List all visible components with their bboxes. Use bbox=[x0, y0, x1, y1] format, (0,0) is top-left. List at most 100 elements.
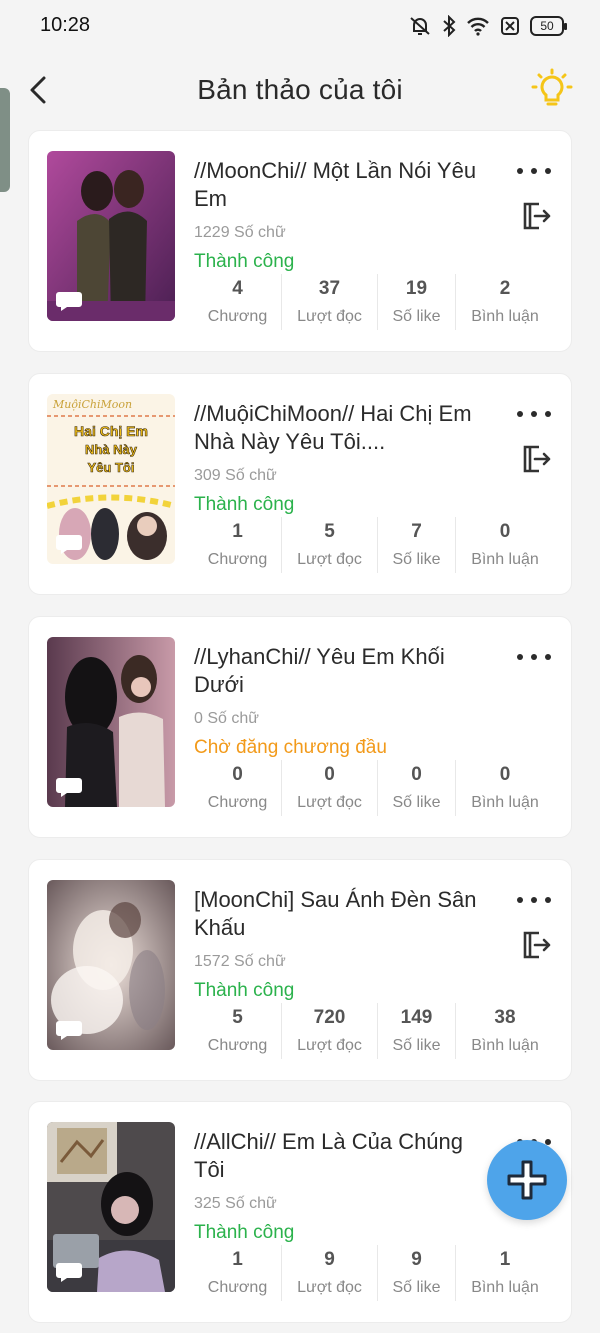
story-card[interactable]: MuộiChiMoon Hai Chị Em Nhà Này Yêu Tôi /… bbox=[28, 373, 572, 595]
story-cover bbox=[47, 151, 175, 321]
stat-value: 720 bbox=[313, 1007, 346, 1028]
stat-label: Chương bbox=[207, 1279, 268, 1296]
stat-value: 37 bbox=[318, 278, 341, 299]
lightbulb-icon bbox=[531, 68, 573, 106]
wifi-icon bbox=[467, 17, 489, 36]
story-stats: 4 Chương 37 Lượt đọc 19 Số like 2 Bình luận bbox=[194, 274, 554, 330]
stat-label: Chương bbox=[207, 551, 268, 568]
stat-label: Lượt đọc bbox=[297, 1279, 362, 1296]
stat-label: Bình luận bbox=[471, 794, 539, 811]
stat-comments: 0 Bình luận bbox=[456, 517, 554, 573]
stat-label: Số like bbox=[392, 794, 441, 811]
story-cover bbox=[47, 1122, 175, 1292]
stat-reads: 37 Lượt đọc bbox=[282, 274, 378, 330]
word-count: 1572 Số chữ bbox=[194, 953, 286, 970]
word-count: 309 Số chữ bbox=[194, 467, 277, 484]
story-title[interactable]: [MoonChi] Sau Ánh Đèn Sân Khấu bbox=[194, 886, 494, 942]
stat-reads: 0 Lượt đọc bbox=[282, 760, 378, 816]
story-stats: 5 Chương 720 Lượt đọc 149 Số like 38 Bình lu… bbox=[194, 1003, 554, 1059]
comment-bubble-icon bbox=[56, 535, 82, 554]
stat-value: 1 bbox=[232, 1249, 243, 1270]
comment-bubble-icon bbox=[56, 1263, 82, 1282]
story-title[interactable]: //MuộiChiMoon// Hai Chị Em Nhà Này Yêu T… bbox=[194, 400, 494, 456]
status-bar: 10:28 50 bbox=[0, 0, 600, 52]
stat-value: 19 bbox=[405, 278, 428, 299]
stat-likes: 9 Số like bbox=[378, 1245, 456, 1301]
stat-value: 9 bbox=[411, 1249, 422, 1270]
stat-likes: 0 Số like bbox=[378, 760, 456, 816]
story-cover bbox=[47, 880, 175, 1050]
mute-bell-icon bbox=[410, 17, 430, 35]
story-cover: MuộiChiMoon Hai Chị Em Nhà Này Yêu Tôi bbox=[47, 394, 175, 564]
stat-label: Lượt đọc bbox=[297, 794, 362, 811]
stat-reads: 720 Lượt đọc bbox=[282, 1003, 378, 1059]
stat-value: 0 bbox=[324, 764, 335, 785]
stat-value: 4 bbox=[232, 278, 243, 299]
comment-bubble-icon bbox=[56, 1021, 82, 1040]
stat-value: 7 bbox=[411, 521, 422, 542]
story-list: //MoonChi// Một Lần Nói Yêu Em 1229 Số c… bbox=[28, 130, 572, 1333]
plus-icon bbox=[507, 1160, 547, 1200]
story-card[interactable]: //AllChi// Em Là Của Chúng Tôi 325 Số ch… bbox=[28, 1101, 572, 1323]
comment-bubble-icon bbox=[56, 292, 82, 311]
more-options-button[interactable] bbox=[517, 647, 551, 667]
stat-value: 0 bbox=[232, 764, 243, 785]
stat-comments: 0 Bình luận bbox=[456, 760, 554, 816]
stat-chapters: 1 Chương bbox=[194, 1245, 282, 1301]
export-icon[interactable] bbox=[519, 199, 553, 233]
stat-comments: 2 Bình luận bbox=[456, 274, 554, 330]
publish-status: Thành công bbox=[194, 1222, 295, 1243]
more-options-button[interactable] bbox=[517, 161, 551, 181]
status-time: 10:28 bbox=[40, 14, 91, 36]
stat-likes: 19 Số like bbox=[378, 274, 456, 330]
stat-label: Lượt đọc bbox=[297, 1037, 362, 1054]
word-count: 325 Số chữ bbox=[194, 1195, 277, 1212]
stat-value: 0 bbox=[499, 521, 511, 542]
stat-label: Số like bbox=[392, 308, 441, 325]
stat-value: 2 bbox=[499, 278, 511, 299]
stat-comments: 1 Bình luận bbox=[456, 1245, 554, 1301]
word-count: 1229 Số chữ bbox=[194, 224, 286, 241]
story-card[interactable]: //MoonChi// Một Lần Nói Yêu Em 1229 Số c… bbox=[28, 130, 572, 352]
tips-button[interactable] bbox=[530, 68, 574, 112]
cover-text-line3: Yêu Tôi bbox=[88, 460, 135, 475]
stat-value: 5 bbox=[232, 1007, 243, 1028]
app-header: Bản thảo của tôi bbox=[0, 52, 600, 128]
export-icon[interactable] bbox=[519, 442, 553, 476]
cover-text-line2: Nhà Này bbox=[85, 442, 138, 457]
stat-value: 1 bbox=[499, 1249, 511, 1270]
stat-value: 9 bbox=[324, 1249, 335, 1270]
publish-status: Thành công bbox=[194, 251, 295, 272]
word-count: 0 Số chữ bbox=[194, 710, 259, 727]
page-title: Bản thảo của tôi bbox=[197, 74, 403, 105]
stat-label: Bình luận bbox=[471, 1037, 539, 1054]
comment-bubble-icon bbox=[56, 778, 82, 797]
more-options-button[interactable] bbox=[517, 404, 551, 424]
cover-text-top: MuộiChiMoon bbox=[52, 398, 132, 411]
story-stats: 0 Chương 0 Lượt đọc 0 Số like 0 Bình luận bbox=[194, 760, 554, 816]
add-story-button[interactable] bbox=[487, 1140, 567, 1220]
stat-label: Số like bbox=[392, 1037, 441, 1054]
story-title[interactable]: //MoonChi// Một Lần Nói Yêu Em bbox=[194, 157, 494, 213]
stat-chapters: 0 Chương bbox=[194, 760, 282, 816]
stat-label: Chương bbox=[207, 308, 268, 325]
story-title[interactable]: //LyhanChi// Yêu Em Khối Dưới bbox=[194, 643, 494, 699]
story-card[interactable]: [MoonChi] Sau Ánh Đèn Sân Khấu 1572 Số c… bbox=[28, 859, 572, 1081]
stat-value: 1 bbox=[232, 521, 243, 542]
stat-value: 38 bbox=[494, 1007, 516, 1028]
more-options-button[interactable] bbox=[517, 890, 551, 910]
publish-status: Chờ đăng chương đầu bbox=[194, 737, 387, 758]
stat-label: Bình luận bbox=[471, 1279, 539, 1296]
story-card[interactable]: //LyhanChi// Yêu Em Khối Dưới 0 Số chữ C… bbox=[28, 616, 572, 838]
stat-chapters: 4 Chương bbox=[194, 274, 282, 330]
stat-value: 149 bbox=[400, 1007, 433, 1028]
edge-panel-handle[interactable] bbox=[0, 88, 10, 192]
stat-chapters: 1 Chương bbox=[194, 517, 282, 573]
export-icon[interactable] bbox=[519, 928, 553, 962]
stat-label: Bình luận bbox=[471, 551, 539, 568]
cover-text-line1: Hai Chị Em bbox=[74, 423, 148, 439]
stat-label: Số like bbox=[392, 551, 441, 568]
story-stats: 1 Chương 9 Lượt đọc 9 Số like 1 Bình luận bbox=[194, 1245, 554, 1301]
status-icons: 50 bbox=[408, 15, 567, 37]
story-title[interactable]: //AllChi// Em Là Của Chúng Tôi bbox=[194, 1128, 494, 1184]
